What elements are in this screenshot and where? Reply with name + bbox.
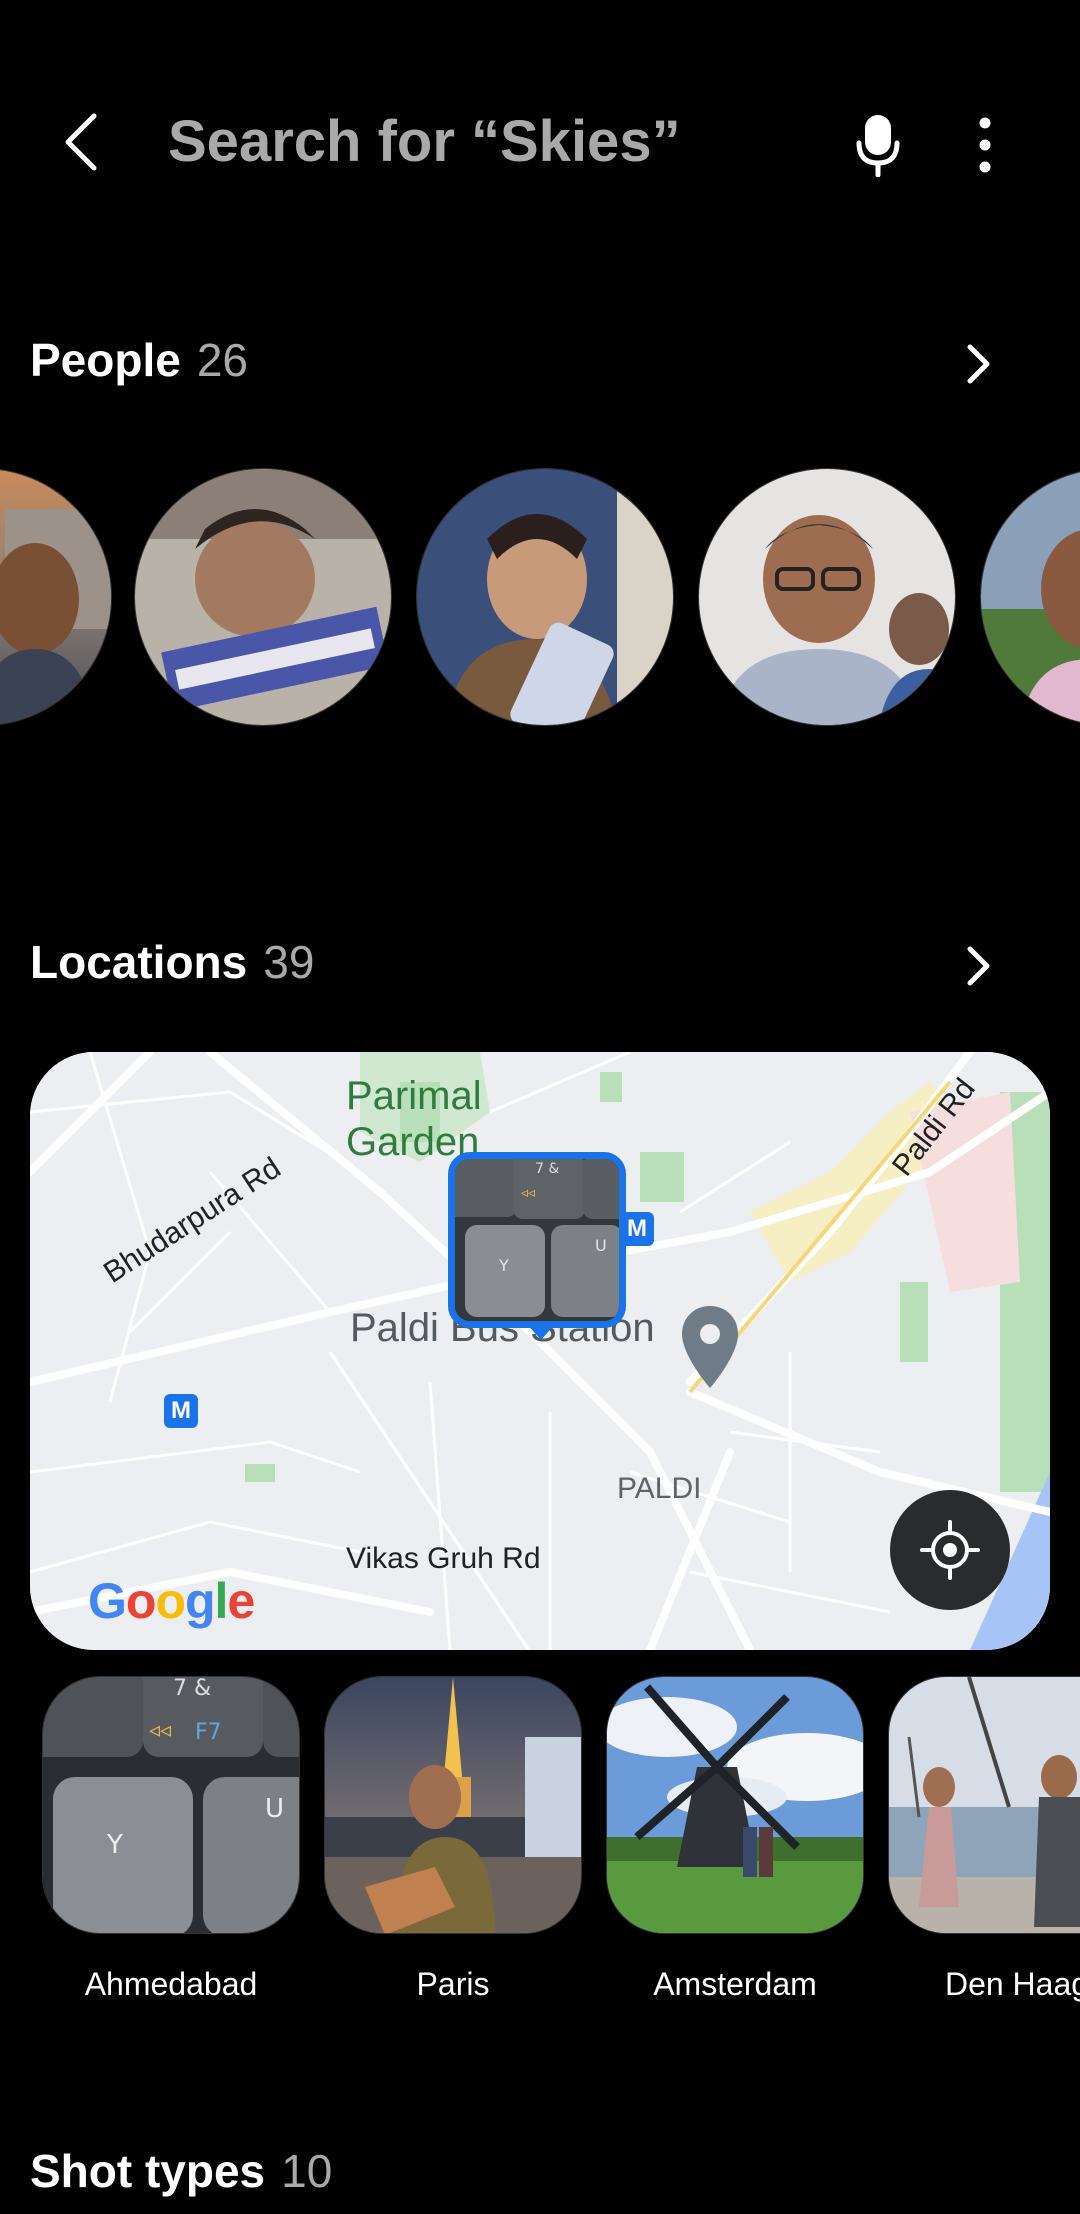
svg-text:Y: Y bbox=[106, 1830, 123, 1860]
map-label-paldi-area: PALDI bbox=[617, 1472, 702, 1505]
locations-carousel[interactable]: 7 & ◃◃ F7 Y U Ahmedabad Paris Amsterdam … bbox=[0, 1676, 1080, 2006]
more-options-icon bbox=[979, 117, 991, 173]
microphone-icon bbox=[856, 115, 900, 177]
place-label: Den Haag bbox=[944, 1966, 1080, 2002]
place-item-paris[interactable]: Paris bbox=[324, 1676, 582, 2002]
locations-count: 39 bbox=[263, 936, 315, 988]
person-face-3[interactable] bbox=[416, 468, 674, 726]
locations-see-all-button[interactable] bbox=[956, 941, 1000, 991]
place-item-amsterdam[interactable]: Amsterdam bbox=[606, 1676, 864, 2002]
person-face-5[interactable] bbox=[980, 468, 1080, 726]
chevron-right-icon bbox=[967, 946, 990, 986]
place-item-ahmedabad[interactable]: 7 & ◃◃ F7 Y U Ahmedabad bbox=[42, 1676, 300, 2002]
people-carousel[interactable] bbox=[0, 468, 1080, 726]
person-face-2[interactable] bbox=[134, 468, 392, 726]
map-label-vikas-gruh: Vikas Gruh Rd bbox=[346, 1542, 541, 1575]
locations-map[interactable]: Parimal Garden Bhudarpura Rd Paldi Rd Pa… bbox=[30, 1052, 1050, 1650]
search-bar: Search for “Skies” bbox=[0, 90, 1080, 200]
my-location-icon bbox=[920, 1520, 980, 1580]
chevron-right-icon bbox=[967, 344, 990, 384]
svg-text:7 &: 7 & bbox=[173, 1677, 211, 1701]
place-thumbnail bbox=[606, 1676, 864, 1934]
people-see-all-button[interactable] bbox=[956, 339, 1000, 389]
shot-types-title-text: Shot types bbox=[30, 2145, 266, 2197]
person-face-4[interactable] bbox=[698, 468, 956, 726]
map-photo-marker[interactable]: 7 & ◃◃ Y U bbox=[448, 1152, 626, 1328]
my-location-button[interactable] bbox=[890, 1490, 1010, 1610]
svg-text:U: U bbox=[265, 1794, 284, 1824]
people-section-header[interactable]: People 26 bbox=[30, 333, 1050, 403]
locations-title-text: Locations bbox=[30, 936, 248, 988]
svg-text:Google: Google bbox=[88, 1573, 254, 1629]
search-input[interactable]: Search for “Skies” bbox=[168, 108, 681, 175]
svg-text:◃◃: ◃◃ bbox=[521, 1185, 535, 1201]
svg-text:◃◃: ◃◃ bbox=[149, 1718, 171, 1743]
svg-text:Y: Y bbox=[498, 1256, 509, 1275]
person-face-1[interactable] bbox=[0, 468, 112, 726]
locations-section-header[interactable]: Locations 39 bbox=[30, 935, 1050, 1005]
svg-text:F7: F7 bbox=[195, 1720, 222, 1745]
svg-text:U: U bbox=[595, 1236, 607, 1255]
shot-types-section-header[interactable]: Shot types 10 bbox=[30, 2144, 1050, 2214]
voice-search-button[interactable] bbox=[846, 110, 910, 180]
back-button[interactable] bbox=[50, 110, 114, 174]
shot-types-count: 10 bbox=[281, 2145, 333, 2197]
place-thumbnail bbox=[324, 1676, 582, 1934]
people-title-text: People bbox=[30, 334, 181, 386]
map-photo-marker-tail bbox=[527, 1324, 555, 1340]
people-title: People 26 bbox=[30, 333, 248, 387]
svg-text:7 &: 7 & bbox=[535, 1161, 559, 1177]
place-thumbnail: 7 & ◃◃ F7 Y U bbox=[42, 1676, 300, 1934]
locations-title: Locations 39 bbox=[30, 935, 314, 989]
map-label-parimal: Parimal bbox=[346, 1074, 482, 1118]
metro-station-icon: M bbox=[164, 1394, 198, 1428]
shot-types-title: Shot types 10 bbox=[30, 2144, 332, 2198]
back-arrow-icon bbox=[65, 113, 97, 171]
place-thumbnail bbox=[888, 1676, 1080, 1934]
location-pin-icon[interactable] bbox=[680, 1304, 740, 1390]
people-count: 26 bbox=[196, 334, 248, 386]
google-logo: Google bbox=[88, 1572, 258, 1644]
more-options-button[interactable] bbox=[960, 110, 1010, 180]
place-item-den-haag[interactable]: Den Haag bbox=[888, 1676, 1080, 2002]
